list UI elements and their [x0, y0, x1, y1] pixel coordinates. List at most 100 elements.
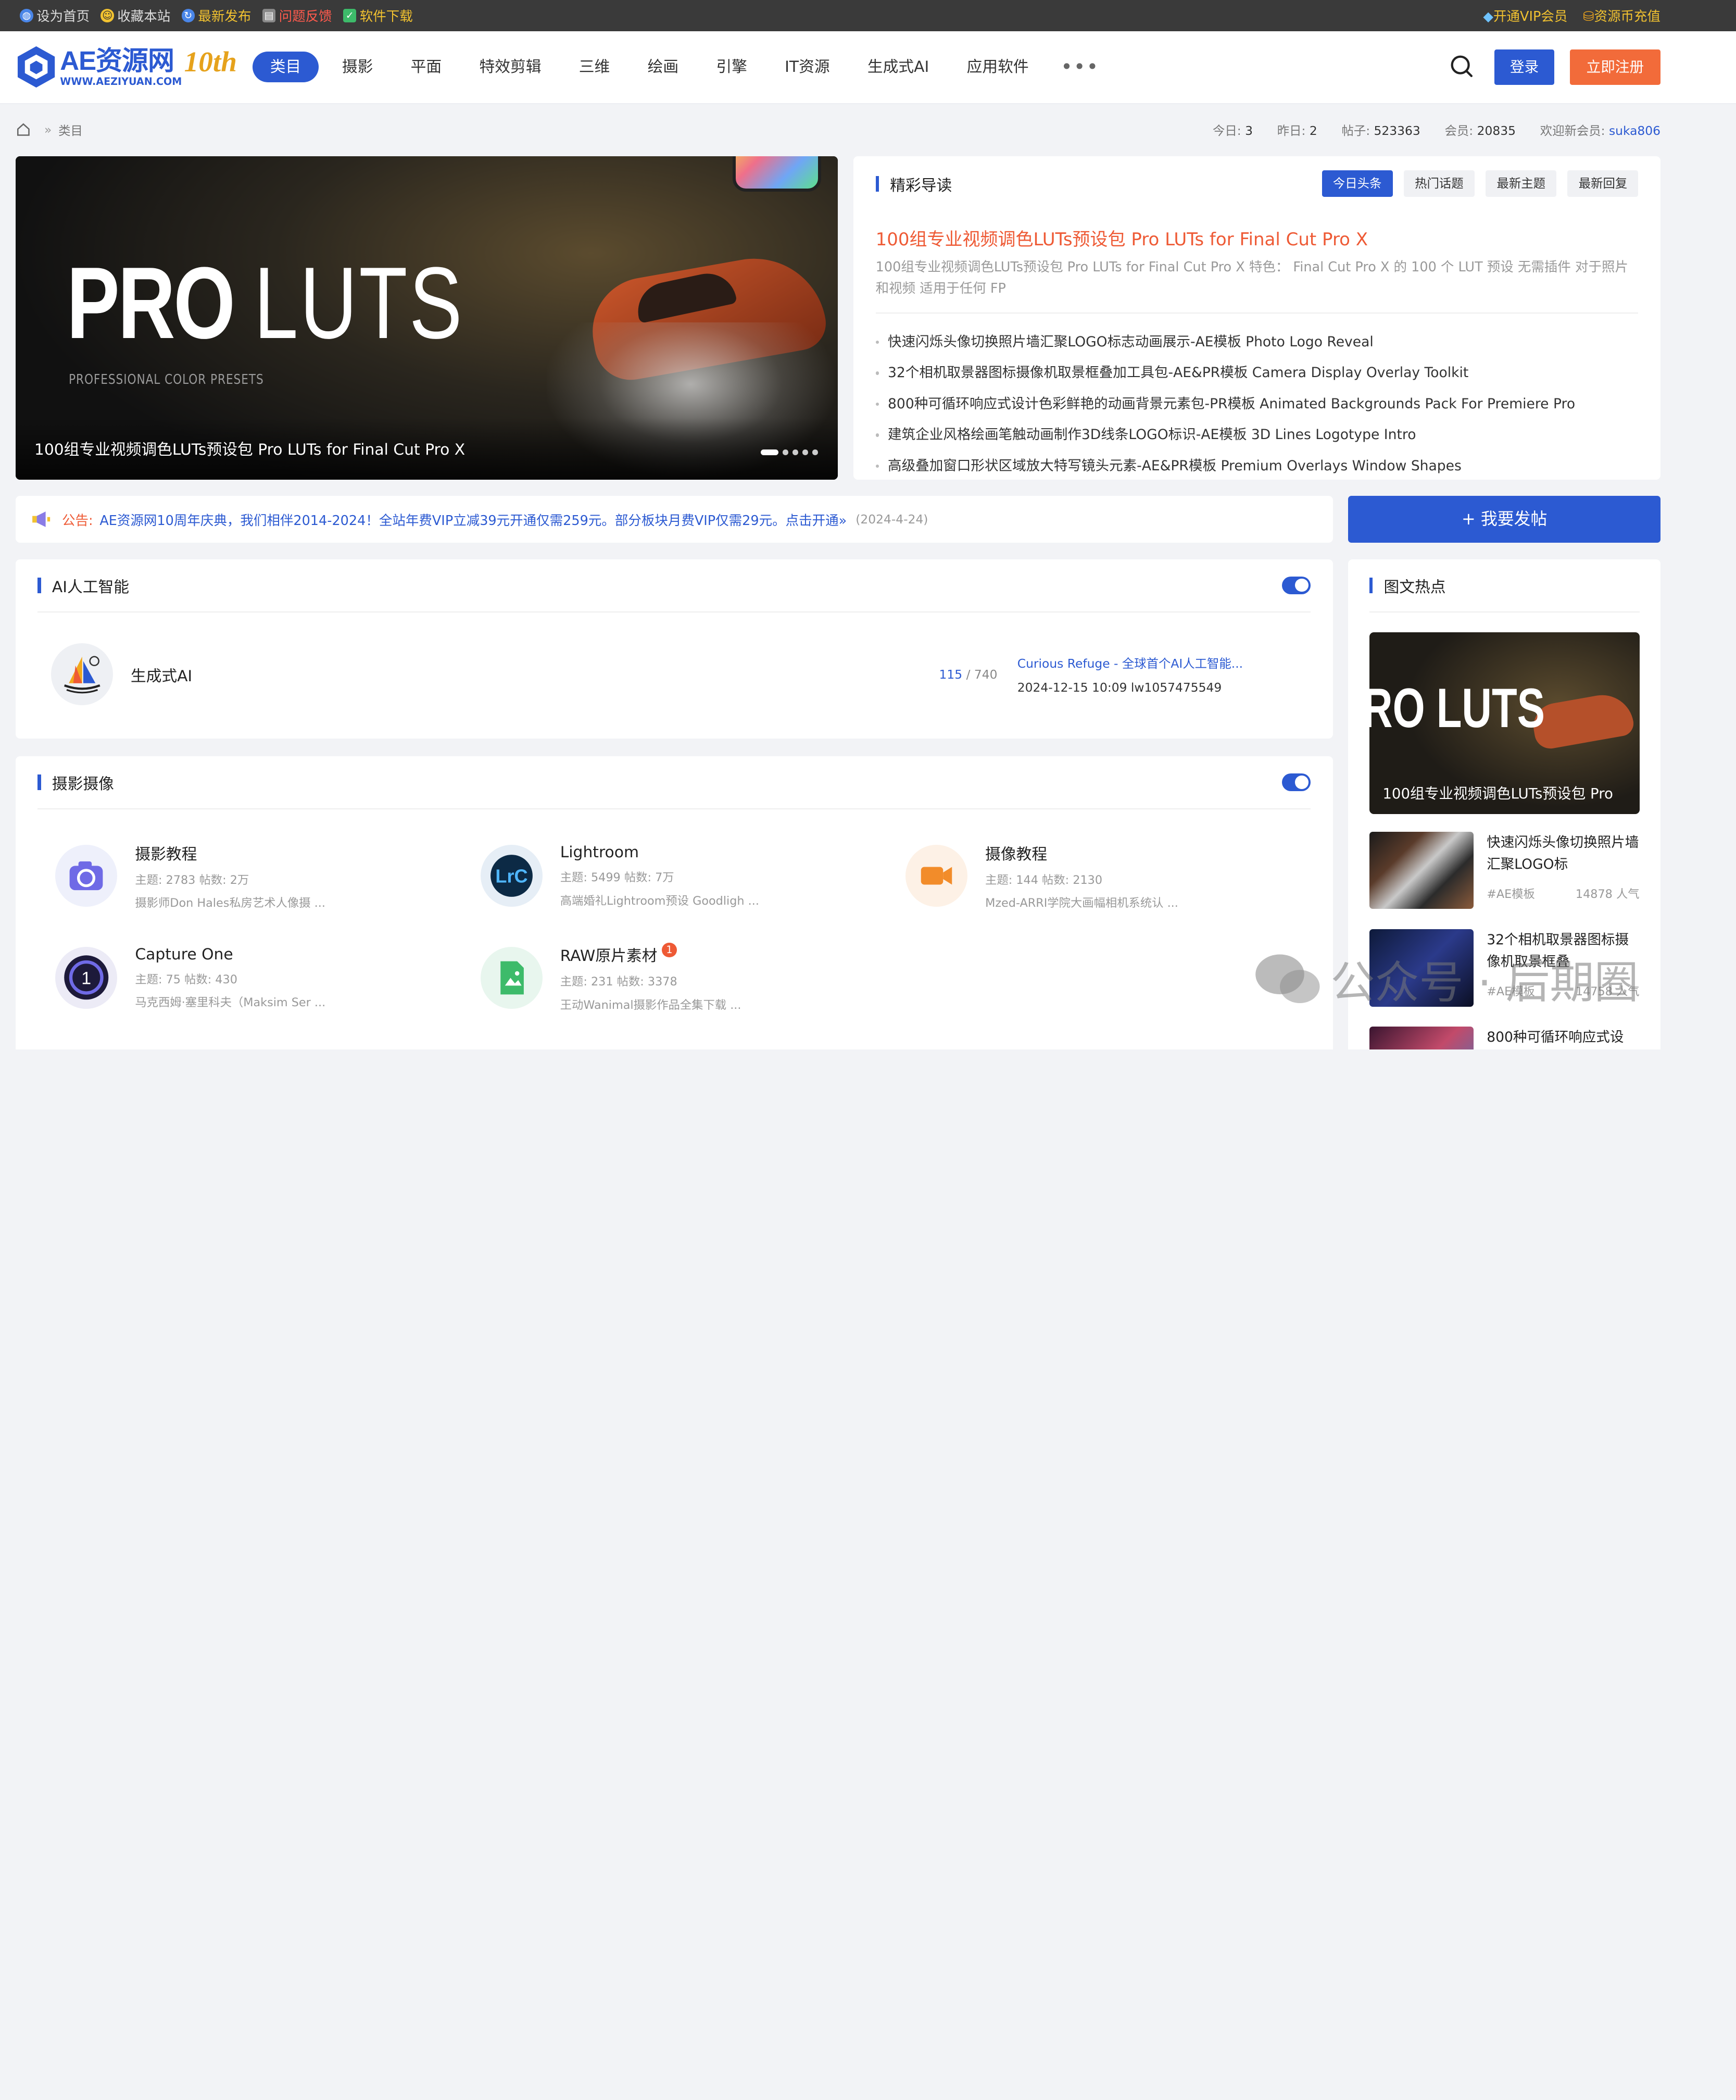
- forum-video-tutorials[interactable]: 摄像教程 主题: 144 帖数: 2130 Mzed-ARRI学院大画幅相机系统…: [888, 825, 1313, 927]
- slider-dot[interactable]: [792, 449, 798, 455]
- forum-stats: 主题: 75 帖数: 430: [135, 972, 237, 986]
- nav-generative-ai[interactable]: 生成式AI: [849, 52, 948, 83]
- list-item[interactable]: 快速闪烁头像切换照片墙汇聚LOGO标志动画展示-AE模板 Photo Logo …: [876, 327, 1639, 358]
- lightroom-icon: LrC: [480, 845, 543, 907]
- stat-posts: 帖子: 523363: [1341, 123, 1420, 138]
- forum-name[interactable]: 生成式AI: [131, 663, 192, 686]
- nav-engine[interactable]: 引擎: [697, 52, 766, 83]
- logo-icon: [17, 46, 55, 88]
- software-download-link[interactable]: ✓ 软件下载: [343, 6, 413, 25]
- feedback-link[interactable]: ▤ 问题反馈: [262, 6, 332, 25]
- tab-today-headlines[interactable]: 今日头条: [1322, 170, 1393, 197]
- top-links: ◍ 设为首页 ☺ 收藏本站 ↻ 最新发布 ▤ 问题反馈 ✓ 软件下载: [20, 6, 413, 25]
- nav-3d[interactable]: 三维: [560, 52, 629, 83]
- hot-item-title[interactable]: 800种可循环响应式设: [1487, 1027, 1639, 1050]
- featured-reading-panel: 精彩导读 今日头条 热门话题 最新主题 最新回复 100组专业视频调色LUTs预…: [853, 156, 1660, 480]
- forum-name[interactable]: RAW原片素材 1: [560, 943, 859, 966]
- forum-latest[interactable]: 王动Wanimal摄影作品全集下载 ...: [560, 996, 859, 1013]
- nav-it-resources[interactable]: IT资源: [766, 52, 849, 83]
- hot-item-tag[interactable]: #AE模板: [1487, 885, 1535, 902]
- refresh-icon: ↻: [181, 9, 195, 22]
- slider-dot[interactable]: [802, 449, 808, 455]
- new-post-button[interactable]: + 我要发帖: [1348, 496, 1660, 543]
- logo-title: AE资源网: [60, 46, 174, 76]
- capture-one-icon: 1: [55, 946, 118, 1009]
- hot-item[interactable]: 快速闪烁头像切换照片墙汇聚LOGO标 #AE模板 14878 人气: [1369, 831, 1640, 911]
- hot-cover-card[interactable]: RO LUTS 100组专业视频调色LUTs预设包 Pro: [1369, 632, 1640, 814]
- set-homepage-link[interactable]: ◍ 设为首页: [20, 6, 90, 25]
- forum-name[interactable]: 摄影教程: [135, 841, 434, 864]
- section-header: AI人工智能: [37, 559, 1311, 612]
- search-button[interactable]: [1446, 51, 1479, 84]
- list-item[interactable]: 800种可循环响应式设计色彩鲜艳的动画背景元素包-PR模板 Animated B…: [876, 389, 1639, 420]
- panel-header: 图文热点: [1369, 559, 1640, 612]
- collapse-toggle[interactable]: [1281, 576, 1311, 594]
- slider-dots: [760, 449, 819, 455]
- list-item[interactable]: 32个相机取景器图标摄像机取景框叠加工具包-AE&PR模板 Camera Dis…: [876, 358, 1639, 389]
- forum-grid: 摄影教程 主题: 2783 帖数: 2万 摄影师Don Hales私房艺术人像摄…: [37, 809, 1311, 1029]
- nav-more-button[interactable]: •••: [1048, 55, 1113, 79]
- forum-photography-tutorials[interactable]: 摄影教程 主题: 2783 帖数: 2万 摄影师Don Hales私房艺术人像摄…: [37, 825, 462, 927]
- forum-last-post: Curious Refuge - 全球首个AI人工智能... 2024-12-1…: [1017, 654, 1311, 695]
- stat-newest-member: 欢迎新会员: suka806: [1540, 123, 1661, 138]
- forum-raw-footage[interactable]: RAW原片素材 1 主题: 231 帖数: 3378 王动Wanimal摄影作品全…: [463, 927, 888, 1029]
- forum-latest[interactable]: 高端婚礼Lightroom预设 Goodligh ...: [560, 892, 859, 908]
- forum-lightroom[interactable]: LrC Lightroom 主题: 5499 帖数: 7万 高端婚礼Lightr…: [463, 825, 888, 927]
- slider-dot[interactable]: [783, 449, 788, 455]
- bookmark-link[interactable]: ☺ 收藏本站: [100, 6, 170, 25]
- slider-dot[interactable]: [812, 449, 819, 455]
- tab-hot-topics[interactable]: 热门话题: [1403, 170, 1475, 197]
- main-header: AE资源网 WWW.AEZIYUAN.COM 10th 类目 摄影 平面 特效剪…: [0, 31, 1736, 104]
- register-button[interactable]: 立即注册: [1569, 49, 1661, 85]
- top-utility-bar: ◍ 设为首页 ☺ 收藏本站 ↻ 最新发布 ▤ 问题反馈 ✓ 软件下载 ◆开通VIP会员 ⛁…: [0, 0, 1736, 31]
- nav-vfx-editing[interactable]: 特效剪辑: [460, 52, 560, 83]
- newest-member-link[interactable]: suka806: [1609, 123, 1660, 138]
- vip-link[interactable]: ◆开通VIP会员: [1483, 6, 1567, 25]
- slider-dot[interactable]: [760, 449, 778, 455]
- forum-count: 115 / 740: [939, 667, 998, 682]
- nav-painting[interactable]: 绘画: [628, 52, 697, 83]
- forum-row-generative-ai[interactable]: 生成式AI 115 / 740 Curious Refuge - 全球首个AI人…: [37, 612, 1311, 736]
- section-title: AI人工智能: [52, 578, 130, 596]
- forum-stats: 主题: 5499 帖数: 7万: [560, 871, 674, 885]
- breadcrumb-current: 类目: [58, 123, 83, 138]
- latest-link[interactable]: ↻ 最新发布: [181, 6, 251, 25]
- login-button[interactable]: 登录: [1494, 49, 1554, 85]
- list-item[interactable]: 高级叠加窗口形状区域放大特写镜头元素-AE&PR模板 Premium Overl…: [876, 451, 1639, 482]
- featured-slider[interactable]: PRO LUTS PROFESSIONAL COLOR PRESETS 100组…: [15, 156, 838, 480]
- forum-capture-one[interactable]: 1 Capture One 主题: 75 帖数: 430 马克西姆·塞里科夫（M…: [37, 927, 462, 1029]
- forum-name[interactable]: Lightroom: [560, 843, 859, 861]
- hot-item-title[interactable]: 快速闪烁头像切换照片墙汇聚LOGO标: [1487, 832, 1639, 876]
- feedback-icon: ▤: [262, 9, 276, 22]
- tab-latest-threads[interactable]: 最新主题: [1486, 170, 1557, 197]
- collapse-toggle[interactable]: [1281, 773, 1311, 792]
- stat-yesterday: 昨日: 2: [1277, 123, 1317, 138]
- slide-caption[interactable]: 100组专业视频调色LUTs预设包 Pro LUTs for Final Cut…: [34, 436, 465, 459]
- panel-header: 精彩导读 今日头条 热门话题 最新主题 最新回复: [875, 156, 1639, 211]
- ai-section: AI人工智能 生成式AI 115 / 740 Curious Refuge - …: [15, 559, 1333, 739]
- site-logo[interactable]: AE资源网 WWW.AEZIYUAN.COM 10th: [16, 45, 237, 89]
- forum-name[interactable]: Capture One: [135, 945, 434, 964]
- home-icon[interactable]: [16, 122, 31, 138]
- forum-latest[interactable]: 马克西姆·塞里科夫（Maksim Ser ...: [135, 993, 434, 1010]
- forum-stats: 主题: 2783 帖数: 2万: [135, 873, 249, 887]
- hot-item[interactable]: 800种可循环响应式设: [1369, 1026, 1640, 1050]
- headline-link[interactable]: 100组专业视频调色LUTs预设包 Pro LUTs for Final Cut…: [876, 225, 1639, 251]
- tab-latest-replies[interactable]: 最新回复: [1567, 170, 1639, 197]
- nav-graphic[interactable]: 平面: [392, 52, 461, 83]
- forum-name[interactable]: 摄像教程: [985, 841, 1284, 864]
- recharge-link[interactable]: ⛁资源币充值: [1583, 6, 1660, 25]
- announcement-link[interactable]: AE资源网10周年庆典，我们相伴2014-2024！全站年费VIP立减39元开通…: [99, 510, 847, 529]
- last-post-link[interactable]: Curious Refuge - 全球首个AI人工智能...: [1017, 654, 1311, 671]
- announcement-label: 公告:: [62, 512, 93, 529]
- forum-latest[interactable]: Mzed-ARRI学院大画幅相机系统认 ...: [985, 894, 1284, 910]
- nav-photography[interactable]: 摄影: [323, 52, 392, 83]
- video-camera-icon: [905, 845, 968, 907]
- announcement-date: (2024-4-24): [856, 512, 928, 527]
- list-item[interactable]: 建筑企业风格绘画笔触动画制作3D线条LOGO标识-AE模板 3D Lines L…: [876, 420, 1639, 451]
- megaphone-icon: [32, 511, 50, 527]
- nav-apps[interactable]: 应用软件: [948, 52, 1047, 83]
- breadcrumb-separator: »: [44, 122, 52, 137]
- forum-latest[interactable]: 摄影师Don Hales私房艺术人像摄 ...: [135, 894, 434, 910]
- nav-category[interactable]: 类目: [252, 51, 319, 83]
